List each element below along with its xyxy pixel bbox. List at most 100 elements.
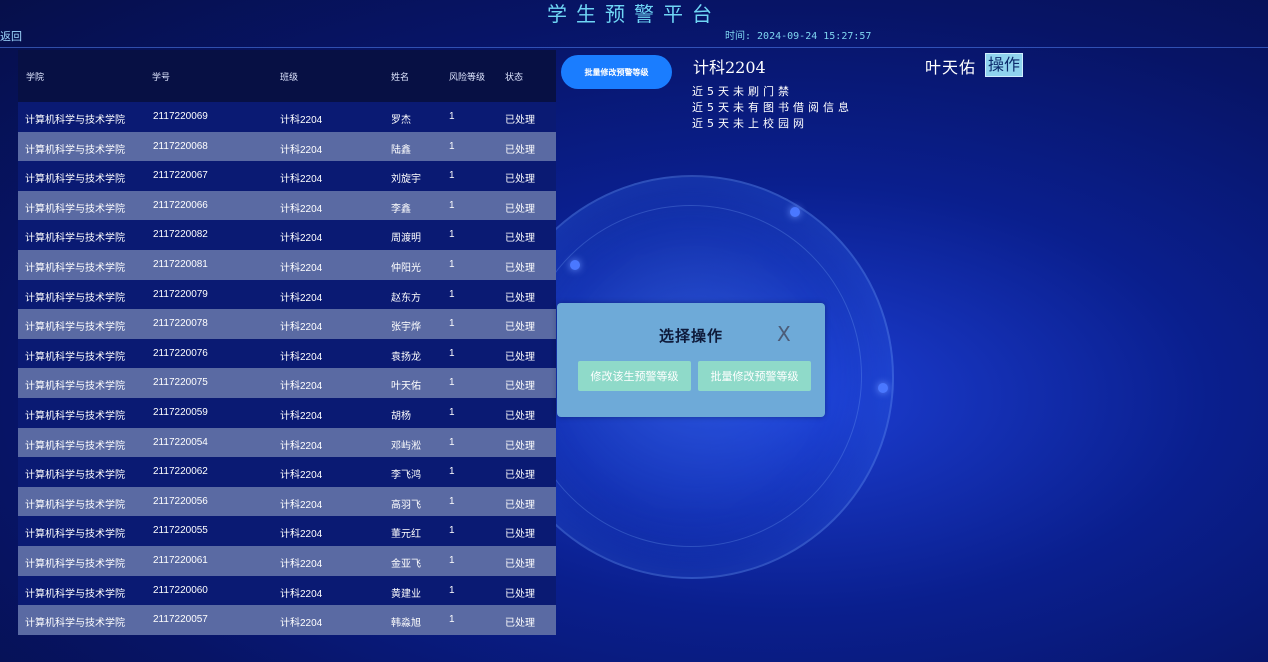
cell-status: 已处理 [505,351,535,363]
cell-student-id: 2117220060 [153,584,208,596]
cell-student-id: 2117220066 [153,199,208,211]
table-row[interactable]: 计算机科学与技术学院 2117220055 计科2204 董元红 1 已处理 [18,516,556,547]
batch-modify-button[interactable]: 批量修改预警等级 [561,55,672,89]
table-row[interactable]: 计算机科学与技术学院 2117220068 计科2204 陆鑫 1 已处理 [18,131,556,162]
cell-name: 仲阳光 [391,263,421,274]
cell-class: 计科2204 [280,588,323,600]
close-icon[interactable]: X [777,322,791,346]
table-row[interactable]: 计算机科学与技术学院 2117220060 计科2204 黄建业 1 已处理 [18,575,556,606]
modify-student-level-button[interactable]: 修改该生预警等级 [578,361,691,391]
cell-risk-level: 1 [449,229,455,241]
cell-class: 计科2204 [280,618,323,630]
cell-risk-level: 1 [449,318,455,330]
cell-risk-level: 1 [449,555,455,566]
cell-student-id: 2117220082 [153,229,208,241]
cell-student-id: 2117220068 [153,140,208,152]
cell-risk-level: 1 [449,466,455,478]
cell-risk-level: 1 [449,614,455,626]
cell-student-id: 2117220054 [153,436,208,448]
cell-college: 计算机科学与技术学院 [25,499,125,511]
cell-status: 已处理 [505,529,535,541]
table-header: 学院 学号 班级 姓名 风险等级 状态 [18,50,556,102]
cell-name: 张宇烨 [391,322,421,334]
column-header-risk-level: 风险等级 [449,73,486,83]
table-row[interactable]: 计算机科学与技术学院 2117220079 计科2204 赵东方 1 已处理 [18,279,556,310]
cell-college: 计算机科学与技术学院 [25,381,125,393]
cell-risk-level: 1 [449,111,455,122]
cell-status: 已处理 [505,174,535,186]
current-time: 时间: 2024-09-24 15:27:57 [725,31,872,42]
cell-name: 李鑫 [391,203,411,215]
cell-college: 计算机科学与技术学院 [25,470,125,482]
table-row[interactable]: 计算机科学与技术学院 2117220067 计科2204 刘旋宇 1 已处理 [18,161,556,192]
cell-college: 计算机科学与技术学院 [25,115,125,126]
globe-node [878,383,888,393]
cell-name: 金亚飞 [391,559,421,570]
cell-status: 已处理 [505,144,535,156]
cell-class: 计科2204 [280,203,323,215]
table-row[interactable]: 计算机科学与技术学院 2117220057 计科2204 韩淼旭 1 已处理 [18,605,556,636]
page-title: 学生预警平台 [547,2,721,26]
table-row[interactable]: 计算机科学与技术学院 2117220075 计科2204 叶天佑 1 已处理 [18,368,556,399]
table-row[interactable]: 计算机科学与技术学院 2117220054 计科2204 邓屿淞 1 已处理 [18,427,556,458]
cell-class: 计科2204 [280,411,323,422]
cell-status: 已处理 [505,440,535,452]
cell-student-id: 2117220055 [153,525,208,537]
cell-risk-level: 1 [449,436,455,448]
cell-status: 已处理 [505,381,535,393]
cell-class: 计科2204 [280,174,323,186]
student-table: 学院 学号 班级 姓名 风险等级 状态 计算机科学与技术学院 2117220069… [18,50,556,640]
cell-student-id: 2117220057 [153,614,208,626]
cell-risk-level: 1 [449,407,455,418]
table-row[interactable]: 计算机科学与技术学院 2117220061 计科2204 金亚飞 1 已处理 [18,546,556,576]
cell-class: 计科2204 [280,292,323,304]
cell-class: 计科2204 [280,529,323,541]
back-link[interactable]: 返回 [0,28,22,44]
cell-student-id: 2117220056 [153,495,208,507]
batch-modify-level-button[interactable]: 批量修改预警等级 [698,361,811,391]
cell-student-id: 2117220079 [153,288,208,300]
cell-college: 计算机科学与技术学院 [25,559,125,570]
cell-status: 已处理 [505,115,535,126]
table-row[interactable]: 计算机科学与技术学院 2117220066 计科2204 李鑫 1 已处理 [18,190,556,221]
table-row[interactable]: 计算机科学与技术学院 2117220081 计科2204 仲阳光 1 已处理 [18,250,556,280]
cell-student-id: 2117220067 [153,170,208,182]
table-row[interactable]: 计算机科学与技术学院 2117220056 计科2204 高羽飞 1 已处理 [18,486,556,517]
cell-college: 计算机科学与技术学院 [25,322,125,334]
alert-item: 近5天未刷门禁 [692,85,793,98]
cell-status: 已处理 [505,559,535,570]
table-row[interactable]: 计算机科学与技术学院 2117220078 计科2204 张宇烨 1 已处理 [18,309,556,340]
cell-college: 计算机科学与技术学院 [25,529,125,541]
cell-student-id: 2117220078 [153,318,208,330]
cell-name: 叶天佑 [391,381,421,393]
cell-college: 计算机科学与技术学院 [25,588,125,600]
table-row[interactable]: 计算机科学与技术学院 2117220076 计科2204 袁扬龙 1 已处理 [18,338,556,369]
cell-college: 计算机科学与技术学院 [25,351,125,363]
cell-college: 计算机科学与技术学院 [25,233,125,245]
cell-class: 计科2204 [280,115,323,126]
globe-node [790,207,800,217]
cell-status: 已处理 [505,588,535,600]
cell-name: 胡杨 [391,411,411,422]
cell-class: 计科2204 [280,559,323,570]
table-row[interactable]: 计算机科学与技术学院 2117220059 计科2204 胡杨 1 已处理 [18,398,556,428]
header-divider [0,47,1268,48]
table-row[interactable]: 计算机科学与技术学院 2117220082 计科2204 周渡明 1 已处理 [18,220,556,251]
dialog-title: 选择操作 [659,327,724,345]
cell-status: 已处理 [505,499,535,511]
table-row[interactable]: 计算机科学与技术学院 2117220062 计科2204 李飞鸿 1 已处理 [18,457,556,488]
operate-button[interactable]: 操作 [985,53,1024,77]
cell-class: 计科2204 [280,263,323,274]
table-row[interactable]: 计算机科学与技术学院 2117220069 计科2204 罗杰 1 已处理 [18,102,556,132]
cell-risk-level: 1 [449,288,455,300]
globe-node [570,260,580,270]
cell-name: 董元红 [391,529,421,541]
cell-class: 计科2204 [280,381,323,393]
column-header-status: 状态 [505,73,524,83]
cell-college: 计算机科学与技术学院 [25,440,125,452]
cell-status: 已处理 [505,233,535,245]
cell-student-id: 2117220075 [153,377,208,389]
alert-item: 近5天未上校园网 [692,117,808,130]
cell-student-id: 2117220062 [153,466,208,478]
cell-student-id: 2117220081 [153,259,208,270]
